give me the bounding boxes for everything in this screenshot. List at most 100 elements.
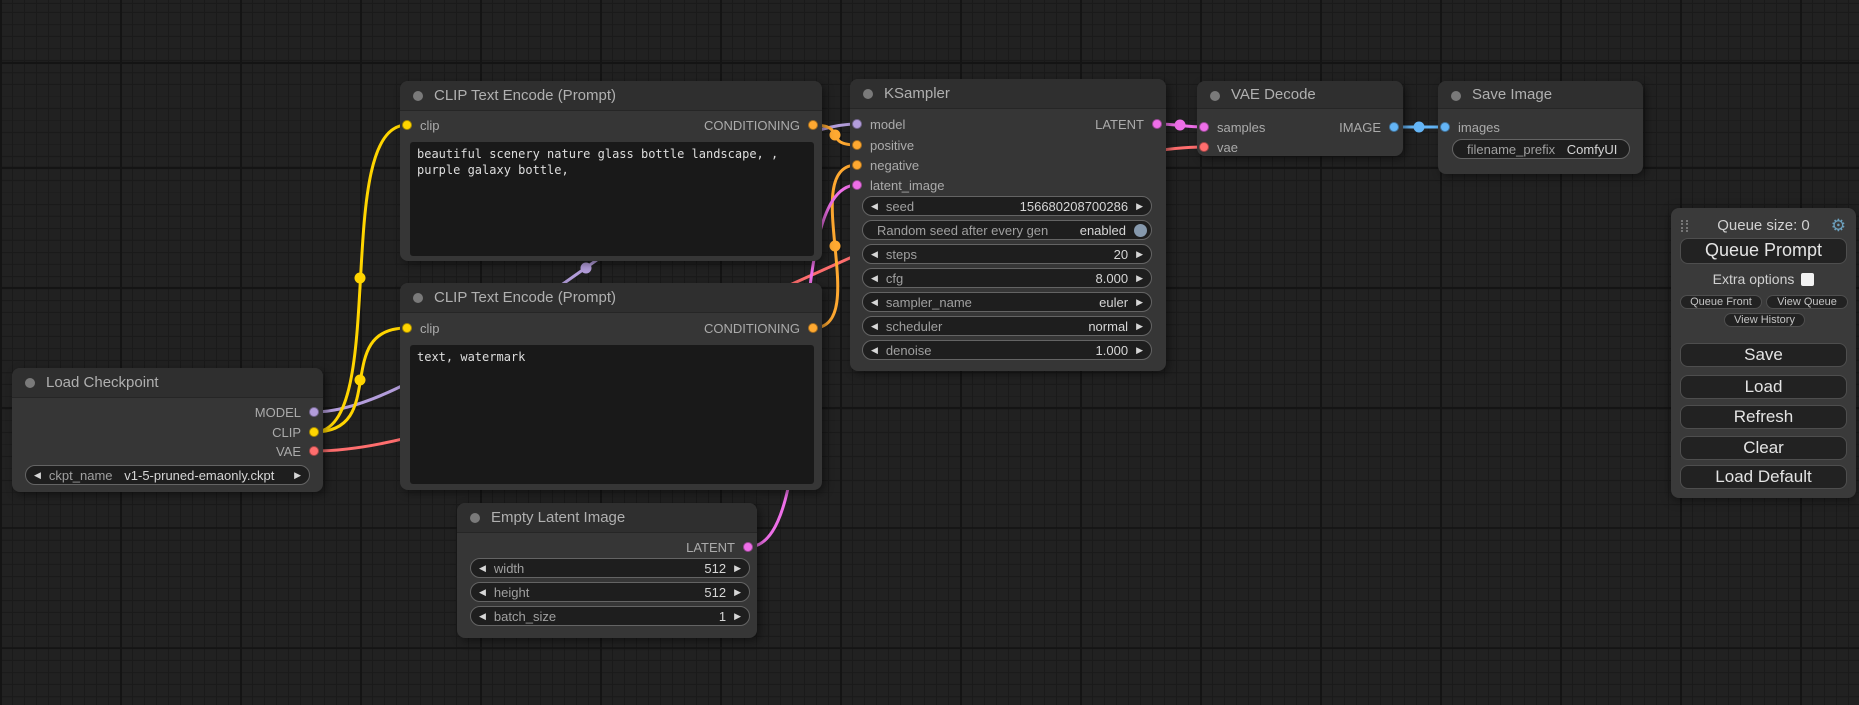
slot-dot-latent[interactable] — [1152, 119, 1162, 129]
increment-arrow-icon[interactable]: ▶ — [1128, 317, 1151, 335]
node-load-checkpoint[interactable]: Load Checkpoint MODEL CLIP VAE ◀ ckpt_na… — [12, 368, 323, 492]
widget-scheduler[interactable]: ◀ scheduler normal ▶ — [862, 316, 1152, 336]
node-title-bar[interactable]: Save Image — [1438, 81, 1643, 109]
decrement-arrow-icon[interactable]: ◀ — [863, 317, 886, 335]
view-history-button[interactable]: View History — [1724, 313, 1805, 327]
increment-arrow-icon[interactable]: ▶ — [726, 583, 749, 601]
collapse-dot-icon[interactable] — [470, 513, 480, 523]
slot-dot-latent[interactable] — [1199, 122, 1209, 132]
settings-gear-icon[interactable]: ⚙ — [1831, 216, 1846, 236]
slot-dot-clip[interactable] — [402, 323, 412, 333]
queue-prompt-button[interactable]: Queue Prompt — [1680, 238, 1847, 264]
view-queue-button[interactable]: View Queue — [1766, 295, 1848, 309]
widget-random-seed-toggle[interactable]: Random seed after every gen enabled — [862, 220, 1152, 240]
widget-ckpt-name[interactable]: ◀ ckpt_name v1-5-pruned-emaonly.ckpt ▶ — [25, 465, 310, 485]
input-slot-negative[interactable]: negative — [852, 158, 919, 172]
increment-arrow-icon[interactable]: ▶ — [286, 466, 309, 484]
widget-seed[interactable]: ◀ seed 156680208700286 ▶ — [862, 196, 1152, 216]
increment-arrow-icon[interactable]: ▶ — [1128, 197, 1151, 215]
decrement-arrow-icon[interactable]: ◀ — [471, 607, 494, 625]
node-title-bar[interactable]: VAE Decode — [1197, 81, 1403, 109]
slot-dot-vae[interactable] — [1199, 142, 1209, 152]
input-slot-positive[interactable]: positive — [852, 138, 914, 152]
output-slot-conditioning[interactable]: CONDITIONING — [704, 321, 818, 335]
node-empty-latent-image[interactable]: Empty Latent Image LATENT ◀ width 512 ▶ … — [457, 503, 757, 638]
load-button[interactable]: Load — [1680, 375, 1847, 399]
refresh-button[interactable]: Refresh — [1680, 405, 1847, 429]
clear-button[interactable]: Clear — [1680, 436, 1847, 460]
collapse-dot-icon[interactable] — [863, 89, 873, 99]
widget-cfg[interactable]: ◀ cfg 8.000 ▶ — [862, 268, 1152, 288]
collapse-dot-icon[interactable] — [413, 293, 423, 303]
output-slot-latent[interactable]: LATENT — [1095, 117, 1162, 131]
slot-dot-conditioning[interactable] — [852, 160, 862, 170]
comfyui-canvas[interactable]: Load Checkpoint MODEL CLIP VAE ◀ ckpt_na… — [0, 0, 1859, 705]
slot-dot-clip[interactable] — [402, 120, 412, 130]
prompt-textarea[interactable]: beautiful scenery nature glass bottle la… — [410, 142, 814, 256]
load-default-button[interactable]: Load Default — [1680, 465, 1847, 489]
node-vae-decode[interactable]: VAE Decode samples vae IMAGE — [1197, 81, 1403, 156]
node-clip-text-encode-negative[interactable]: CLIP Text Encode (Prompt) clip CONDITION… — [400, 283, 822, 490]
decrement-arrow-icon[interactable]: ◀ — [863, 197, 886, 215]
output-slot-latent[interactable]: LATENT — [686, 540, 753, 554]
collapse-dot-icon[interactable] — [413, 91, 423, 101]
widget-denoise[interactable]: ◀ denoise 1.000 ▶ — [862, 340, 1152, 360]
decrement-arrow-icon[interactable]: ◀ — [471, 559, 494, 577]
slot-dot-vae[interactable] — [309, 446, 319, 456]
slot-dot-conditioning[interactable] — [808, 323, 818, 333]
input-slot-clip[interactable]: clip — [402, 118, 440, 132]
input-slot-samples[interactable]: samples — [1199, 120, 1265, 134]
decrement-arrow-icon[interactable]: ◀ — [863, 341, 886, 359]
node-title-bar[interactable]: CLIP Text Encode (Prompt) — [400, 81, 822, 111]
widget-filename-prefix[interactable]: filename_prefix ComfyUI — [1452, 139, 1630, 159]
prompt-textarea[interactable]: text, watermark — [410, 345, 814, 484]
input-slot-images[interactable]: images — [1440, 120, 1500, 134]
decrement-arrow-icon[interactable]: ◀ — [863, 293, 886, 311]
increment-arrow-icon[interactable]: ▶ — [1128, 269, 1151, 287]
slot-dot-model[interactable] — [309, 407, 319, 417]
input-slot-latent-image[interactable]: latent_image — [852, 178, 944, 192]
collapse-dot-icon[interactable] — [25, 378, 35, 388]
increment-arrow-icon[interactable]: ▶ — [1128, 245, 1151, 263]
output-slot-image[interactable]: IMAGE — [1339, 120, 1399, 134]
output-slot-conditioning[interactable]: CONDITIONING — [704, 118, 818, 132]
increment-arrow-icon[interactable]: ▶ — [1128, 293, 1151, 311]
input-slot-clip[interactable]: clip — [402, 321, 440, 335]
slot-dot-image[interactable] — [1389, 122, 1399, 132]
input-slot-vae[interactable]: vae — [1199, 140, 1238, 154]
queue-panel[interactable]: Queue size: 0 ⚙ Queue Prompt Extra optio… — [1671, 208, 1856, 498]
output-slot-clip[interactable]: CLIP — [272, 425, 319, 439]
slot-dot-clip[interactable] — [309, 427, 319, 437]
collapse-dot-icon[interactable] — [1451, 91, 1461, 101]
increment-arrow-icon[interactable]: ▶ — [726, 559, 749, 577]
widget-batch-size[interactable]: ◀ batch_size 1 ▶ — [470, 606, 750, 626]
node-ksampler[interactable]: KSampler model positive negative latent_… — [850, 79, 1166, 371]
node-title-bar[interactable]: CLIP Text Encode (Prompt) — [400, 283, 822, 313]
widget-steps[interactable]: ◀ steps 20 ▶ — [862, 244, 1152, 264]
decrement-arrow-icon[interactable]: ◀ — [26, 466, 49, 484]
decrement-arrow-icon[interactable]: ◀ — [863, 245, 886, 263]
node-title-bar[interactable]: Load Checkpoint — [12, 368, 323, 398]
node-title-bar[interactable]: KSampler — [850, 79, 1166, 109]
widget-width[interactable]: ◀ width 512 ▶ — [470, 558, 750, 578]
node-save-image[interactable]: Save Image images filename_prefix ComfyU… — [1438, 81, 1643, 174]
slot-dot-latent[interactable] — [852, 180, 862, 190]
save-button[interactable]: Save — [1680, 343, 1847, 367]
slot-dot-conditioning[interactable] — [808, 120, 818, 130]
toggle-knob-icon[interactable] — [1134, 224, 1147, 237]
decrement-arrow-icon[interactable]: ◀ — [471, 583, 494, 601]
slot-dot-latent[interactable] — [743, 542, 753, 552]
node-clip-text-encode-positive[interactable]: CLIP Text Encode (Prompt) clip CONDITION… — [400, 81, 822, 261]
slot-dot-conditioning[interactable] — [852, 140, 862, 150]
queue-front-button[interactable]: Queue Front — [1680, 295, 1762, 309]
output-slot-model[interactable]: MODEL — [255, 405, 319, 419]
slot-dot-model[interactable] — [852, 119, 862, 129]
widget-sampler-name[interactable]: ◀ sampler_name euler ▶ — [862, 292, 1152, 312]
node-title-bar[interactable]: Empty Latent Image — [457, 503, 757, 533]
increment-arrow-icon[interactable]: ▶ — [726, 607, 749, 625]
decrement-arrow-icon[interactable]: ◀ — [863, 269, 886, 287]
increment-arrow-icon[interactable]: ▶ — [1128, 341, 1151, 359]
input-slot-model[interactable]: model — [852, 117, 905, 131]
collapse-dot-icon[interactable] — [1210, 91, 1220, 101]
output-slot-vae[interactable]: VAE — [276, 444, 319, 458]
